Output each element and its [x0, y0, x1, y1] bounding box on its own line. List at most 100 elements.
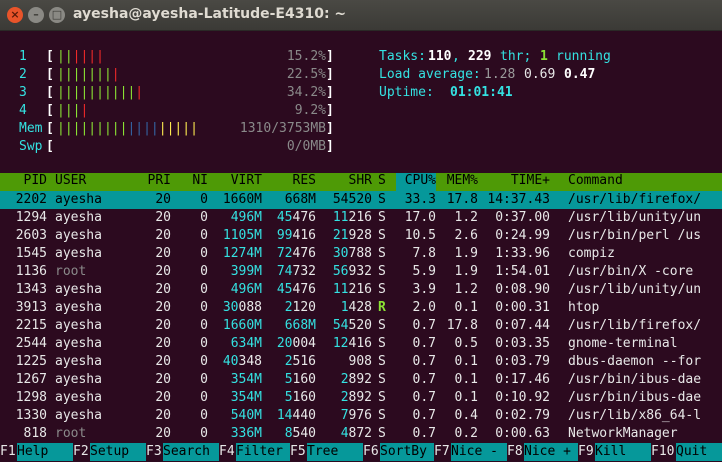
window-titlebar: × – □ ayesha@ayesha-Latitude-E4310: ~ [0, 0, 722, 31]
cell-pid: 1136 [15, 264, 47, 279]
cell-user: root [55, 426, 87, 441]
cell-time: 0:08.90 [495, 282, 550, 297]
cell-pid: 2603 [15, 228, 47, 243]
cell-pid: 1225 [15, 354, 47, 369]
cell-user: ayesha [55, 210, 102, 225]
cell-pri: 20 [155, 390, 171, 405]
cell-user: ayesha [55, 246, 102, 261]
cell-pri: 20 [155, 354, 171, 369]
cell-pid: 1545 [15, 246, 47, 261]
process-table-header[interactable]: PID USER PRI NI VIRT RES SHR S CPU% MEM%… [0, 173, 722, 191]
cell-time: 0:37.00 [495, 210, 550, 225]
cell-user: ayesha [55, 390, 102, 405]
filter-button[interactable]: Filter [236, 443, 290, 461]
cell-shr: 11216 [332, 282, 372, 297]
quit-button[interactable]: Quit [676, 443, 722, 461]
cell-mem: 2.6 [454, 228, 478, 243]
column-pri[interactable]: PRI [143, 173, 171, 188]
cell-virt: 40348 [222, 354, 262, 369]
cell-command: /usr/lib/firefox/ [568, 318, 702, 333]
cell-state: S [378, 246, 386, 261]
sortby-button[interactable]: SortBy [380, 443, 434, 461]
cell-ni: 0 [200, 408, 208, 423]
cell-command: /usr/lib/unity/un [568, 210, 702, 225]
f3-key: F3 [146, 444, 162, 459]
cell-res: 2120 [284, 300, 316, 315]
cell-pri: 20 [155, 318, 171, 333]
cell-pri: 20 [155, 426, 171, 441]
tasks-summary: Tasks: 110 , 229 thr; 1 running [379, 49, 611, 64]
cell-mem: 0.4 [454, 408, 478, 423]
cell-cpu: 0.7 [412, 426, 436, 441]
cell-pid: 2215 [15, 318, 47, 333]
help-button[interactable]: Help [17, 443, 73, 461]
cell-mem: 0.2 [454, 426, 478, 441]
cell-user: ayesha [55, 300, 102, 315]
cell-command: compiz [568, 246, 615, 261]
cell-command: /usr/bin/ibus-dae [568, 390, 702, 405]
cell-user: ayesha [55, 354, 102, 369]
cell-mem: 0.1 [454, 300, 478, 315]
kill-button[interactable]: Kill [595, 443, 651, 461]
search-button[interactable]: Search [163, 443, 219, 461]
cell-cpu: 5.9 [412, 264, 436, 279]
cell-shr: 54520 [332, 318, 372, 333]
maximize-icon[interactable]: □ [49, 7, 65, 23]
cell-ni: 0 [200, 228, 208, 243]
cell-time: 1:54.01 [495, 264, 550, 279]
cell-pid: 1267 [15, 372, 47, 387]
close-icon[interactable]: × [7, 7, 23, 23]
cell-shr: 11216 [332, 210, 372, 225]
cell-virt: 336M [230, 426, 262, 441]
cell-res: 668M [284, 318, 316, 333]
cell-shr: 12416 [332, 336, 372, 351]
cell-res: 45476 [276, 282, 316, 297]
nice-plus-button[interactable]: Nice + [524, 443, 578, 461]
cell-pid: 1294 [15, 210, 47, 225]
cell-command: htop [568, 300, 600, 315]
minimize-icon[interactable]: – [28, 7, 44, 23]
cell-shr: 4872 [340, 426, 372, 441]
cell-virt: 399M [230, 264, 262, 279]
cell-ni: 0 [200, 372, 208, 387]
cell-state: S [378, 264, 386, 279]
cell-shr: 56932 [332, 264, 372, 279]
nice-minus-button[interactable]: Nice - [451, 443, 507, 461]
column-cpu[interactable]: CPU% [396, 173, 436, 188]
column-shr[interactable]: SHR [322, 173, 372, 188]
column-user[interactable]: USER [55, 173, 86, 188]
cell-ni: 0 [200, 354, 208, 369]
cell-res: 14440 [276, 408, 316, 423]
column-res[interactable]: RES [268, 173, 316, 188]
setup-button[interactable]: Setup [90, 443, 146, 461]
cell-mem: 0.1 [454, 372, 478, 387]
f6-key: F6 [363, 444, 379, 459]
cell-res: 72476 [276, 246, 316, 261]
column-command[interactable]: Command [568, 173, 623, 188]
cell-pid: 1343 [15, 282, 47, 297]
cell-res: 99416 [276, 228, 316, 243]
cell-state: S [378, 390, 386, 405]
cell-state: S [378, 336, 386, 351]
terminal[interactable]: 1 [ |||||| 15.2% ] 2 [ |||||||| 22.5% ] … [0, 30, 722, 462]
column-virt[interactable]: VIRT [212, 173, 262, 188]
cell-mem: 1.9 [454, 264, 478, 279]
cell-shr: 1428 [340, 300, 372, 315]
cell-user: ayesha [55, 336, 102, 351]
cell-time: 0:03.35 [495, 336, 550, 351]
tree-button[interactable]: Tree [307, 443, 363, 461]
cell-pri: 20 [155, 282, 171, 297]
column-state[interactable]: S [378, 173, 386, 188]
column-ni[interactable]: NI [186, 173, 208, 188]
f4-key: F4 [219, 444, 235, 459]
cell-ni: 0 [200, 426, 208, 441]
cell-pri: 20 [155, 192, 171, 207]
cell-time: 0:00.31 [495, 300, 550, 315]
cell-command: /usr/lib/unity/un [568, 282, 702, 297]
column-mem[interactable]: MEM% [438, 173, 478, 188]
cell-shr: 54520 [332, 192, 372, 207]
cell-pid: 3913 [15, 300, 47, 315]
column-time[interactable]: TIME+ [480, 173, 550, 188]
cell-cpu: 33.3 [404, 192, 436, 207]
column-pid[interactable]: PID [3, 173, 47, 188]
